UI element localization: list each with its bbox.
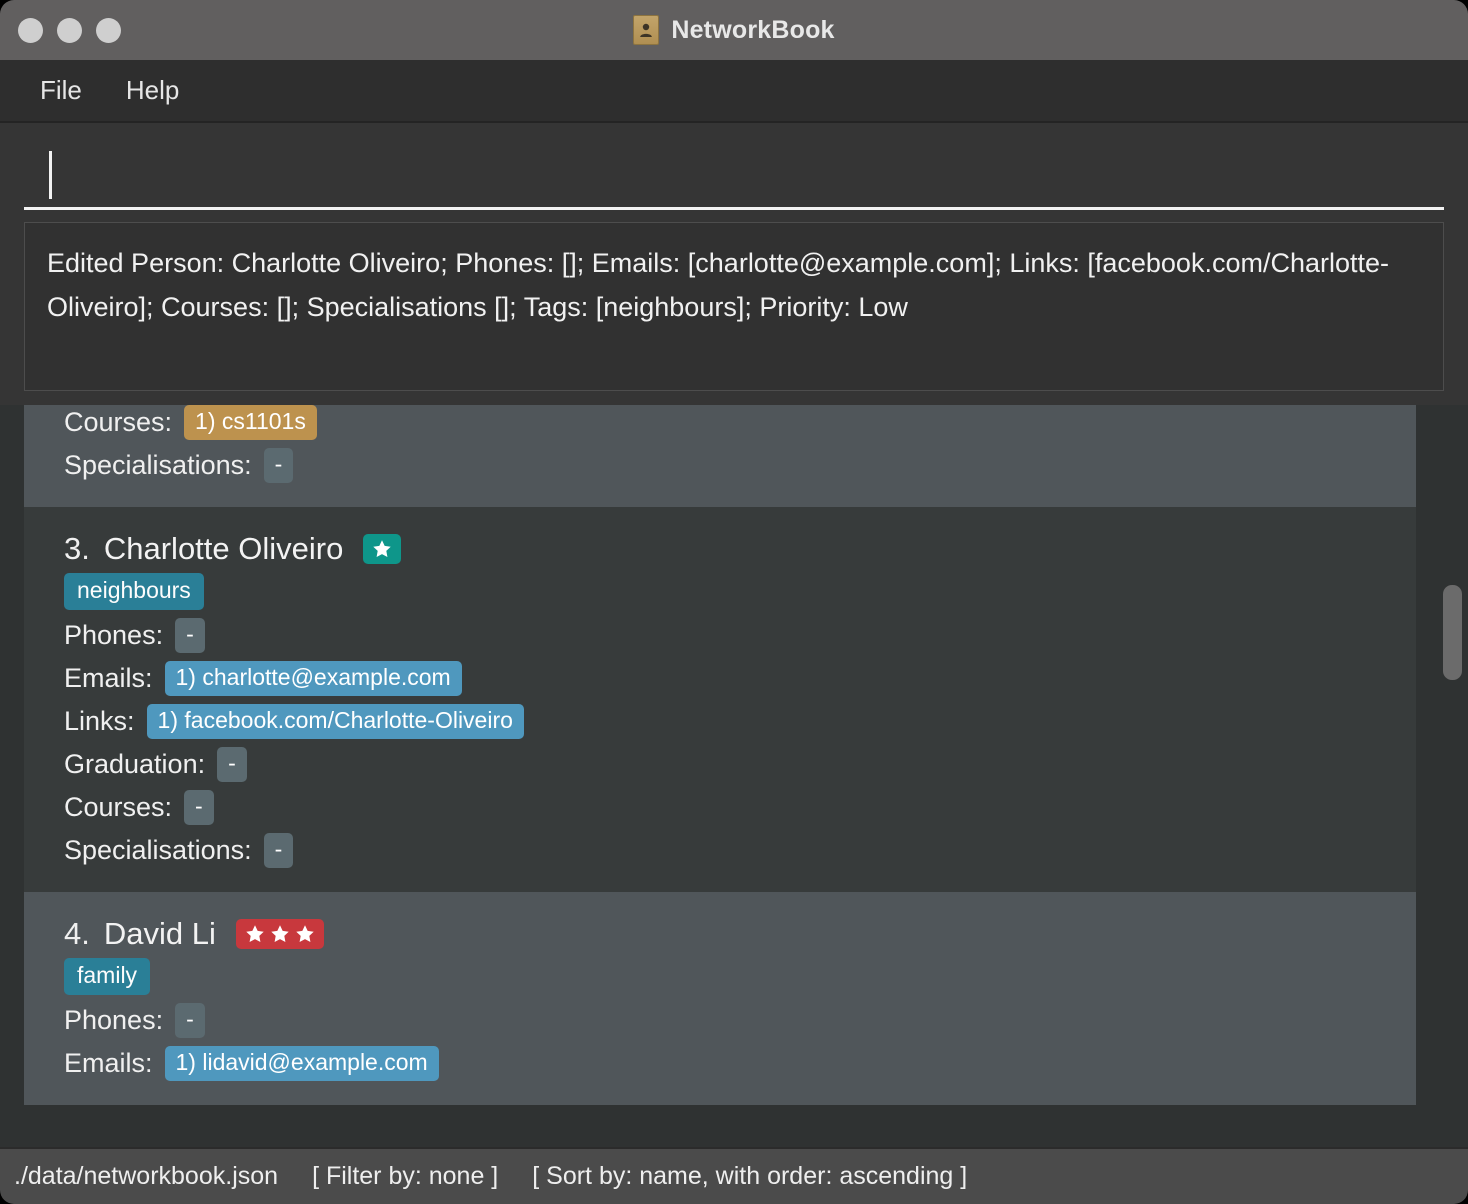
scrollbar-thumb[interactable]	[1443, 585, 1462, 680]
address-book-icon	[633, 15, 660, 45]
maximize-button[interactable]	[96, 17, 121, 43]
field-chip: 1) charlotte@example.com	[164, 661, 462, 696]
person-list-panel[interactable]: Courses: 1) cs1101s Specialisations: -3. Cha…	[0, 405, 1468, 1147]
field-label: Phones:	[64, 620, 164, 650]
field-label: Emails:	[64, 1048, 153, 1078]
field-row: Specialisations: -	[64, 833, 1416, 868]
field-row: Courses: -	[64, 790, 1416, 825]
status-file-path: ./data/networkbook.json	[14, 1162, 279, 1190]
star-icon	[371, 538, 393, 560]
field-row: Graduation: -	[64, 747, 1416, 782]
application-window: NetworkBook File Help Edited Person: Cha…	[0, 0, 1468, 1204]
person-list: Courses: 1) cs1101s Specialisations: -3. Cha…	[24, 405, 1416, 1105]
field-label: Courses:	[64, 792, 173, 822]
command-input[interactable]	[24, 141, 1444, 207]
field-row: Phones: -	[64, 1003, 1416, 1038]
title-bar: NetworkBook	[0, 0, 1468, 60]
star-icon	[269, 923, 291, 945]
field-chip: -	[175, 1003, 205, 1038]
result-area: Edited Person: Charlotte Oliveiro; Phone…	[0, 212, 1468, 405]
field-chip: 1) cs1101s	[184, 405, 317, 440]
field-row: Emails: 1) charlotte@example.com	[64, 661, 1416, 696]
person-header: 3. Charlotte Oliveiro	[64, 531, 1416, 567]
field-row: Emails: 1) lidavid@example.com	[64, 1046, 1416, 1081]
star-icon	[294, 923, 316, 945]
field-chip: -	[263, 448, 294, 483]
status-bar: ./data/networkbook.json [ Filter by: non…	[0, 1147, 1468, 1204]
result-message: Edited Person: Charlotte Oliveiro; Phone…	[47, 248, 1389, 322]
tag-row: neighbours	[64, 573, 1416, 610]
field-chip: -	[263, 833, 294, 868]
field-chip: -	[175, 618, 205, 653]
person-index: 4.	[64, 916, 90, 951]
field-label: Phones:	[64, 1005, 164, 1035]
tag-chip: neighbours	[64, 573, 204, 610]
field-label: Graduation:	[64, 749, 206, 779]
field-row: Courses: 1) cs1101s	[64, 405, 1416, 440]
window-controls	[18, 17, 121, 43]
person-index: 3.	[64, 531, 90, 566]
person-header: 4. David Li	[64, 916, 1416, 952]
command-area	[0, 123, 1468, 212]
result-display-box: Edited Person: Charlotte Oliveiro; Phone…	[24, 222, 1444, 391]
priority-badge	[235, 919, 324, 949]
menu-file[interactable]: File	[40, 75, 82, 106]
close-button[interactable]	[18, 17, 43, 43]
status-filter: [ Filter by: none ]	[312, 1162, 499, 1190]
person-name: Charlotte Oliveiro	[103, 531, 344, 566]
menu-bar: File Help	[0, 60, 1468, 123]
field-chip: -	[217, 747, 247, 782]
priority-badge	[363, 534, 402, 564]
field-label: Specialisations:	[64, 835, 252, 865]
menu-help[interactable]: Help	[126, 75, 179, 106]
status-sort: [ Sort by: name, with order: ascending ]	[532, 1162, 968, 1190]
field-label: Courses:	[64, 407, 173, 437]
field-chip: 1) facebook.com/Charlotte-Oliveiro	[146, 704, 524, 739]
command-input-wrapper	[24, 141, 1444, 210]
field-chip: 1) lidavid@example.com	[164, 1046, 439, 1081]
field-row: Links: 1) facebook.com/Charlotte-Oliveiro	[64, 704, 1416, 739]
person-list-scrollbar[interactable]	[1440, 405, 1464, 1147]
person-name: David Li	[103, 916, 216, 951]
tag-row: family	[64, 958, 1416, 995]
tag-chip: family	[64, 958, 151, 995]
field-row: Specialisations: -	[64, 448, 1416, 483]
star-icon	[244, 923, 266, 945]
field-row: Phones: -	[64, 618, 1416, 653]
field-label: Emails:	[64, 663, 153, 693]
field-chip: -	[184, 790, 214, 825]
field-label: Specialisations:	[64, 450, 252, 480]
field-label: Links:	[64, 706, 135, 736]
person-card[interactable]: Courses: 1) cs1101s Specialisations: -	[24, 405, 1416, 507]
person-card[interactable]: 4. David Li family Phones: - Emails: 1) lidavi…	[24, 892, 1416, 1105]
text-caret	[49, 151, 52, 199]
window-title: NetworkBook	[671, 15, 835, 44]
person-card[interactable]: 3. Charlotte Oliveiro neighbours Phones: - Em…	[24, 507, 1416, 892]
title-center-group: NetworkBook	[0, 15, 1468, 45]
minimize-button[interactable]	[57, 17, 82, 43]
